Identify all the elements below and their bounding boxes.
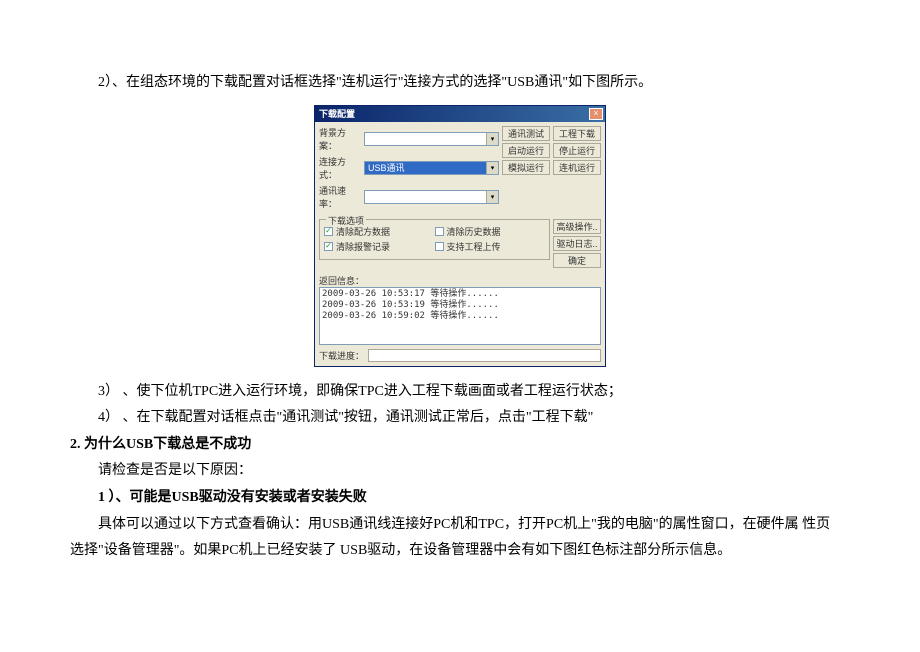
download-options-frame: 下载选项 ✓ 清除配方数据 清除历史数据 ✓: [319, 219, 550, 260]
proj-download-button[interactable]: 工程下载: [553, 126, 601, 141]
progress-bar: [368, 349, 601, 362]
paragraph-step4: 4） 、在下载配置对话框点击"通讯测试"按钮，通讯测试正常后，点击"工程下载": [70, 405, 850, 432]
download-config-dialog: 下载配置 × 背景方案： ▾ 连接方式：: [314, 105, 606, 367]
conn-type-label: 连接方式：: [319, 155, 361, 181]
paragraph-detail1: 具体可以通过以下方式查看确认：用USB通讯线连接好PC机和TPC，打开PC机上"…: [70, 512, 850, 539]
dialog-body: 背景方案： ▾ 连接方式： USB通讯 ▾: [315, 122, 605, 366]
paragraph-detail2: 选择"设备管理器"。如果PC机上已经安装了 USB驱动，在设备管理器中会有如下图…: [70, 538, 850, 565]
paragraph-check: 请检查是否是以下原因：: [70, 458, 850, 485]
ok-button[interactable]: 确定: [553, 253, 601, 268]
close-icon[interactable]: ×: [589, 108, 603, 120]
heading-q2: 2. 为什么USB下载总是不成功: [70, 432, 850, 459]
download-progress-label: 下载进度：: [319, 349, 364, 362]
baud-label: 通讯速率：: [319, 184, 361, 210]
comm-test-button[interactable]: 通讯测试: [502, 126, 550, 141]
baud-select[interactable]: ▾: [364, 190, 499, 204]
chevron-down-icon: ▾: [486, 162, 498, 174]
log-line: 2009-03-26 10:53:19 等待操作......: [322, 300, 598, 311]
paragraph-step3: 3） 、使下位机TPC进入运行环境，即确保TPC进入工程下载画面或者工程运行状态…: [70, 379, 850, 406]
log-line: 2009-03-26 10:53:17 等待操作......: [322, 289, 598, 300]
conn-type-value: USB通讯: [368, 161, 405, 174]
bg-scheme-select[interactable]: ▾: [364, 132, 499, 146]
return-info-label: 返回信息：: [319, 276, 364, 286]
dialog-title: 下载配置: [319, 107, 355, 120]
heading-cause1: 1 ）、可能是USB驱动没有安装或者安装失败: [70, 485, 850, 512]
paragraph-step2: 2）、在组态环境的下载配置对话框选择"连机运行"连接方式的选择"USB通讯"如下…: [70, 70, 850, 97]
stop-run-button[interactable]: 停止运行: [553, 143, 601, 158]
conn-type-select[interactable]: USB通讯 ▾: [364, 161, 499, 175]
sim-run-button[interactable]: 模拟运行: [502, 160, 550, 175]
checkbox-icon: [435, 227, 444, 236]
clear-alarm-label: 清除报警记录: [336, 240, 390, 253]
checkbox-icon: ✓: [324, 242, 333, 251]
log-textarea[interactable]: 2009-03-26 10:53:17 等待操作...... 2009-03-2…: [319, 287, 601, 345]
log-line: 2009-03-26 10:59:02 等待操作......: [322, 311, 598, 322]
checkbox-icon: [435, 242, 444, 251]
document-page: 2）、在组态环境的下载配置对话框选择"连机运行"连接方式的选择"USB通讯"如下…: [0, 0, 920, 585]
clear-hist-check[interactable]: 清除历史数据: [435, 225, 546, 238]
clear-alarm-check[interactable]: ✓ 清除报警记录: [324, 240, 435, 253]
support-upload-label: 支持工程上传: [447, 240, 501, 253]
online-run-button[interactable]: 连机运行: [553, 160, 601, 175]
advanced-button[interactable]: 高级操作..: [553, 219, 601, 234]
driver-log-button[interactable]: 驱动日志..: [553, 236, 601, 251]
clear-hist-label: 清除历史数据: [447, 225, 501, 238]
titlebar: 下载配置 ×: [315, 106, 605, 122]
chevron-down-icon: ▾: [486, 191, 498, 203]
download-options-title: 下载选项: [326, 214, 366, 227]
support-upload-check[interactable]: 支持工程上传: [435, 240, 546, 253]
dialog-figure: 下载配置 × 背景方案： ▾ 连接方式：: [70, 105, 850, 367]
chevron-down-icon: ▾: [486, 133, 498, 145]
checkbox-icon: ✓: [324, 227, 333, 236]
start-sim-button[interactable]: 启动运行: [502, 143, 550, 158]
bg-scheme-label: 背景方案：: [319, 126, 361, 152]
